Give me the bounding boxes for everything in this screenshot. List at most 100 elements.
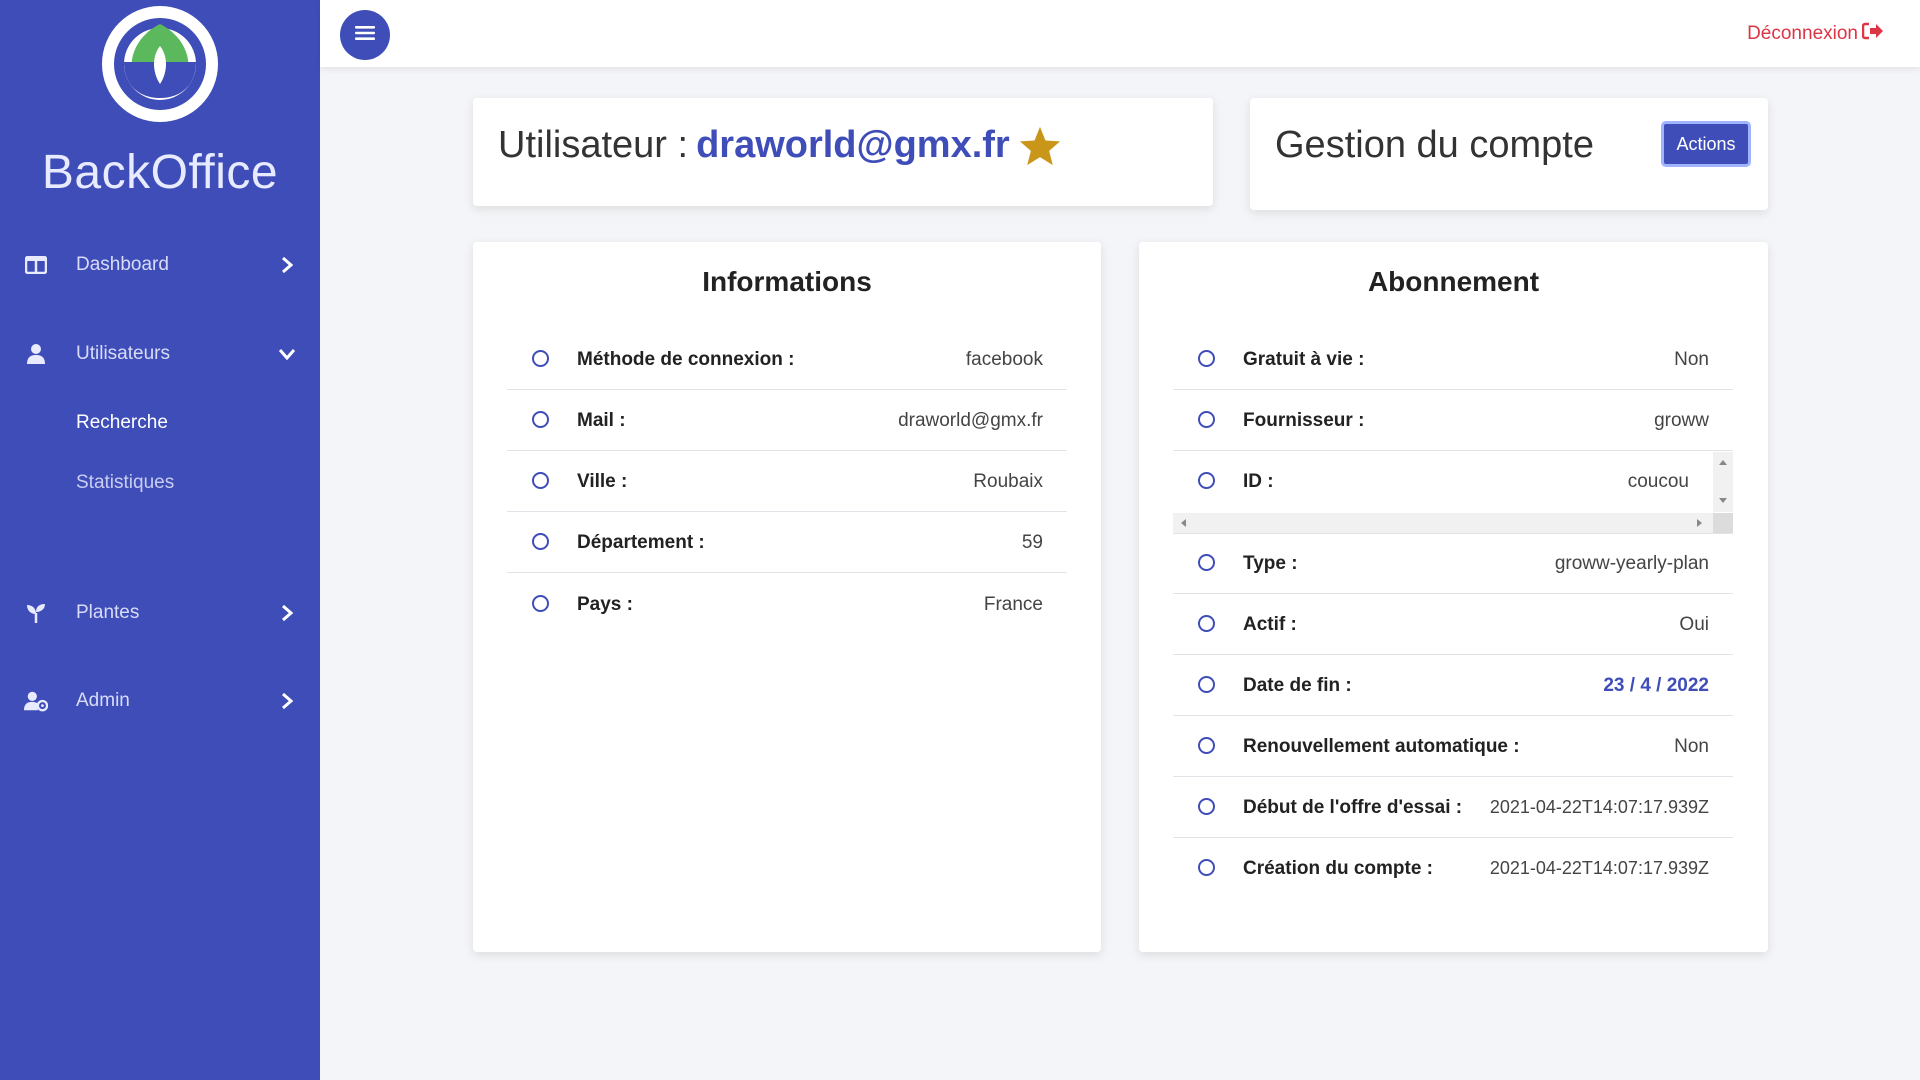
scroll-left-icon[interactable]: [1181, 519, 1186, 527]
sidebar-subitem-recherche[interactable]: Recherche: [76, 412, 168, 434]
row-radio[interactable]: [1198, 554, 1215, 571]
sidebar-item-plantes[interactable]: Plantes: [0, 583, 320, 643]
user-heading: Utilisateur : draworld@gmx.fr: [498, 124, 1062, 167]
row-value: Oui: [1679, 614, 1709, 635]
row-radio[interactable]: [1198, 676, 1215, 693]
sub-row-debut-essai: Début de l'offre d'essai : 2021-04-22T14…: [1173, 778, 1733, 838]
leaf-logo-icon: [114, 18, 206, 110]
horizontal-scrollbar[interactable]: [1173, 513, 1713, 533]
sub-row-id-scrollbox[interactable]: ID : coucou: [1173, 452, 1733, 534]
chevron-right-icon: [276, 254, 298, 276]
row-value: 2021-04-22T14:07:17.939Z: [1489, 797, 1709, 817]
sidebar-item-label: Admin: [76, 690, 130, 711]
sub-row-type: Type : groww-yearly-plan: [1173, 534, 1733, 594]
seedling-icon: [24, 601, 48, 625]
row-value: 59: [1021, 532, 1043, 553]
sidebar-item-utilisateurs[interactable]: Utilisateurs: [0, 324, 320, 384]
row-radio[interactable]: [1198, 859, 1215, 876]
row-value: Non: [1674, 349, 1709, 370]
row-label: Ville :: [577, 471, 628, 492]
user-email: draworld@gmx.fr: [696, 124, 1010, 166]
row-label: Mail :: [577, 410, 626, 431]
vertical-scrollbar[interactable]: [1713, 452, 1733, 512]
scroll-right-icon[interactable]: [1697, 519, 1702, 527]
menu-toggle-button[interactable]: [340, 10, 390, 60]
row-value: Roubaix: [973, 471, 1043, 492]
row-label: Méthode de connexion :: [577, 349, 795, 370]
row-value: draworld@gmx.fr: [898, 410, 1043, 431]
row-radio[interactable]: [1198, 472, 1215, 489]
row-radio[interactable]: [532, 350, 549, 367]
row-label: Actif :: [1243, 614, 1297, 635]
account-card: Gestion du compte Actions: [1250, 98, 1768, 210]
row-label: Début de l'offre d'essai :: [1243, 797, 1463, 818]
sidebar-subitem-statistiques[interactable]: Statistiques: [76, 472, 174, 494]
informations-card: Informations Méthode de connexion : face…: [473, 242, 1101, 952]
row-radio[interactable]: [532, 472, 549, 489]
logout-link[interactable]: Déconnexion: [1747, 22, 1884, 46]
user-icon: [24, 342, 48, 366]
row-label: Fournisseur :: [1243, 410, 1365, 431]
sub-row-gratuit: Gratuit à vie : Non: [1173, 330, 1733, 390]
row-radio[interactable]: [1198, 798, 1215, 815]
chevron-down-icon: [276, 343, 298, 365]
user-cog-icon: [24, 689, 48, 713]
logout-label: Déconnexion: [1747, 23, 1858, 44]
row-label: Création du compte :: [1243, 858, 1434, 879]
sub-row-fournisseur: Fournisseur : groww: [1173, 391, 1733, 451]
sub-row-actif: Actif : Oui: [1173, 595, 1733, 655]
user-card: Utilisateur : draworld@gmx.fr: [473, 98, 1213, 206]
abonnement-title: Abonnement: [1367, 266, 1540, 297]
scroll-down-icon[interactable]: [1719, 498, 1727, 503]
info-row-mail: Mail : draworld@gmx.fr: [507, 391, 1067, 451]
row-value: France: [983, 594, 1043, 615]
sidebar-item-admin[interactable]: Admin: [0, 671, 320, 731]
row-value: Non: [1674, 736, 1709, 757]
sidebar-item-label: Plantes: [76, 602, 140, 623]
row-radio[interactable]: [1198, 615, 1215, 632]
row-radio[interactable]: [1198, 350, 1215, 367]
row-value: facebook: [965, 349, 1043, 370]
brand-title: BackOffice: [41, 146, 279, 199]
row-label: Gratuit à vie :: [1243, 349, 1365, 370]
row-value: groww: [1654, 410, 1709, 431]
info-row-ville: Ville : Roubaix: [507, 452, 1067, 512]
topbar: Déconnexion: [320, 0, 1920, 67]
chevron-right-icon: [276, 690, 298, 712]
scrollbar-corner: [1713, 513, 1733, 533]
logo[interactable]: [102, 6, 218, 122]
row-label: Date de fin :: [1243, 675, 1352, 696]
sub-row-date-fin: Date de fin : 23 / 4 / 2022: [1173, 656, 1733, 716]
sidebar-item-label: Utilisateurs: [76, 343, 170, 364]
sub-row-renouvellement: Renouvellement automatique : Non: [1173, 717, 1733, 777]
row-value: coucou: [1627, 471, 1689, 492]
info-row-departement: Département : 59: [507, 513, 1067, 573]
star-icon: [1018, 125, 1062, 167]
account-card-title: Gestion du compte: [1275, 124, 1594, 166]
row-label: Département :: [577, 532, 705, 553]
row-value: 23 / 4 / 2022: [1603, 675, 1709, 696]
row-value: 2021-04-22T14:07:17.939Z: [1489, 858, 1709, 878]
row-radio[interactable]: [1198, 411, 1215, 428]
sub-row-creation: Création du compte : 2021-04-22T14:07:17…: [1173, 839, 1733, 899]
row-label: Renouvellement automatique :: [1243, 736, 1520, 757]
sidebar-item-label: Dashboard: [76, 254, 169, 275]
hamburger-icon: [355, 25, 375, 46]
informations-title: Informations: [702, 266, 872, 297]
chevron-right-icon: [276, 602, 298, 624]
row-radio[interactable]: [532, 533, 549, 550]
sidebar-item-dashboard[interactable]: Dashboard: [0, 235, 320, 295]
row-value: groww-yearly-plan: [1554, 553, 1709, 574]
scroll-up-icon[interactable]: [1719, 460, 1727, 465]
row-radio[interactable]: [532, 411, 549, 428]
abonnement-card: Abonnement Gratuit à vie : Non Fournisse…: [1139, 242, 1768, 952]
row-label: ID :: [1243, 471, 1274, 492]
row-radio[interactable]: [532, 595, 549, 612]
info-row-pays: Pays : France: [507, 575, 1067, 635]
sign-out-icon: [1861, 22, 1884, 46]
row-label: Pays :: [577, 594, 633, 615]
actions-button[interactable]: Actions: [1661, 121, 1751, 167]
user-prefix: Utilisateur :: [498, 124, 689, 166]
grid-icon: [24, 253, 48, 277]
row-radio[interactable]: [1198, 737, 1215, 754]
